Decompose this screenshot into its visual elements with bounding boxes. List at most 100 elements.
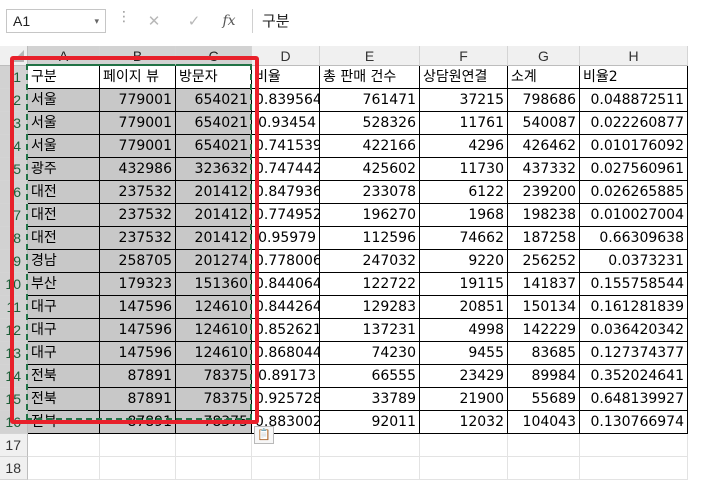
cell-c4[interactable]: 654021 [176,135,252,158]
row-header[interactable]: 14 [0,365,28,388]
cell-d4[interactable]: 0.741539 [252,135,320,158]
cell-g9[interactable]: 256252 [508,250,580,273]
cell-g16[interactable]: 104043 [508,411,580,434]
column-header-d[interactable]: D [252,46,320,66]
cell-h12[interactable]: 0.036420342 [580,319,688,342]
cell-g15[interactable]: 55689 [508,388,580,411]
cell-f5[interactable]: 11730 [420,158,508,181]
cell-d11[interactable]: 0.844264 [252,296,320,319]
row-header[interactable]: 10 [0,273,28,296]
cell-g7[interactable]: 198238 [508,204,580,227]
cell-a13[interactable]: 대구 [28,342,100,365]
cell-e6[interactable]: 233078 [320,181,420,204]
formula-input[interactable]: 구분 [262,9,290,33]
cell-g3[interactable]: 540087 [508,112,580,135]
row-header[interactable]: 4 [0,135,28,158]
cell-d12[interactable]: 0.852621 [252,319,320,342]
cell-g12[interactable]: 142229 [508,319,580,342]
cell-b10[interactable]: 179323 [100,273,176,296]
cell-e3[interactable]: 528326 [320,112,420,135]
cell-e13[interactable]: 74230 [320,342,420,365]
column-header-a[interactable]: A [28,46,100,66]
cell-g5[interactable]: 437332 [508,158,580,181]
cell-d15[interactable]: 0.925728 [252,388,320,411]
cell-e7[interactable]: 196270 [320,204,420,227]
column-header-b[interactable]: B [100,46,176,66]
cell-c2[interactable]: 654021 [176,89,252,112]
cell-h17[interactable] [580,434,688,457]
row-header[interactable]: 18 [0,457,28,480]
cell-h9[interactable]: 0.0373231 [580,250,688,273]
cell-f8[interactable]: 74662 [420,227,508,250]
row-header[interactable]: 15 [0,388,28,411]
cell-h18[interactable] [580,457,688,480]
cell-d7[interactable]: 0.774952 [252,204,320,227]
row-header[interactable]: 8 [0,227,28,250]
cell-h8[interactable]: 0.66309638 [580,227,688,250]
row-header[interactable]: 13 [0,342,28,365]
cell-e16[interactable]: 92011 [320,411,420,434]
cell-h1[interactable]: 비율2 [580,66,688,89]
cell-e18[interactable] [320,457,420,480]
cell-a6[interactable]: 대전 [28,181,100,204]
cell-h3[interactable]: 0.022260877 [580,112,688,135]
cell-c8[interactable]: 201412 [176,227,252,250]
cell-c12[interactable]: 124610 [176,319,252,342]
row-header[interactable]: 7 [0,204,28,227]
cell-f7[interactable]: 1968 [420,204,508,227]
cell-b14[interactable]: 87891 [100,365,176,388]
cell-b2[interactable]: 779001 [100,89,176,112]
cell-e5[interactable]: 425602 [320,158,420,181]
cell-b15[interactable]: 87891 [100,388,176,411]
cell-e8[interactable]: 112596 [320,227,420,250]
cell-g6[interactable]: 239200 [508,181,580,204]
cell-b16[interactable]: 87891 [100,411,176,434]
cell-g13[interactable]: 83685 [508,342,580,365]
cell-h14[interactable]: 0.352024641 [580,365,688,388]
cell-b12[interactable]: 147596 [100,319,176,342]
cell-e9[interactable]: 247032 [320,250,420,273]
cell-c3[interactable]: 654021 [176,112,252,135]
cell-b8[interactable]: 237532 [100,227,176,250]
cell-e14[interactable]: 66555 [320,365,420,388]
cell-h10[interactable]: 0.155758544 [580,273,688,296]
cell-f2[interactable]: 37215 [420,89,508,112]
cell-f17[interactable] [420,434,508,457]
cell-f11[interactable]: 20851 [420,296,508,319]
cell-g4[interactable]: 426462 [508,135,580,158]
cell-d8[interactable]: 0.95979 [252,227,320,250]
cell-g18[interactable] [508,457,580,480]
cell-h11[interactable]: 0.161281839 [580,296,688,319]
cell-b13[interactable]: 147596 [100,342,176,365]
cell-h13[interactable]: 0.127374377 [580,342,688,365]
cell-d10[interactable]: 0.844064 [252,273,320,296]
row-header[interactable]: 17 [0,434,28,457]
paste-options-icon[interactable]: 📋 [254,426,274,444]
cell-c7[interactable]: 201412 [176,204,252,227]
cell-b17[interactable] [100,434,176,457]
cell-f14[interactable]: 23429 [420,365,508,388]
column-header-g[interactable]: G [508,46,580,66]
cell-f15[interactable]: 21900 [420,388,508,411]
row-header[interactable]: 6 [0,181,28,204]
cell-h7[interactable]: 0.010027004 [580,204,688,227]
cell-f18[interactable] [420,457,508,480]
cell-g2[interactable]: 798686 [508,89,580,112]
cell-g17[interactable] [508,434,580,457]
row-header[interactable]: 11 [0,296,28,319]
cell-g8[interactable]: 187258 [508,227,580,250]
cell-b18[interactable] [100,457,176,480]
cell-c6[interactable]: 201412 [176,181,252,204]
cell-c18[interactable] [176,457,252,480]
cell-d18[interactable] [252,457,320,480]
cell-b4[interactable]: 779001 [100,135,176,158]
cancel-icon[interactable]: ✕ [140,9,168,33]
name-box[interactable]: A1 ▾ [6,9,106,33]
row-header[interactable]: 1 [0,66,28,89]
cell-c9[interactable]: 201274 [176,250,252,273]
cell-c17[interactable] [176,434,252,457]
cell-f10[interactable]: 19115 [420,273,508,296]
cell-b7[interactable]: 237532 [100,204,176,227]
cell-f3[interactable]: 11761 [420,112,508,135]
column-header-c[interactable]: C [176,46,252,66]
